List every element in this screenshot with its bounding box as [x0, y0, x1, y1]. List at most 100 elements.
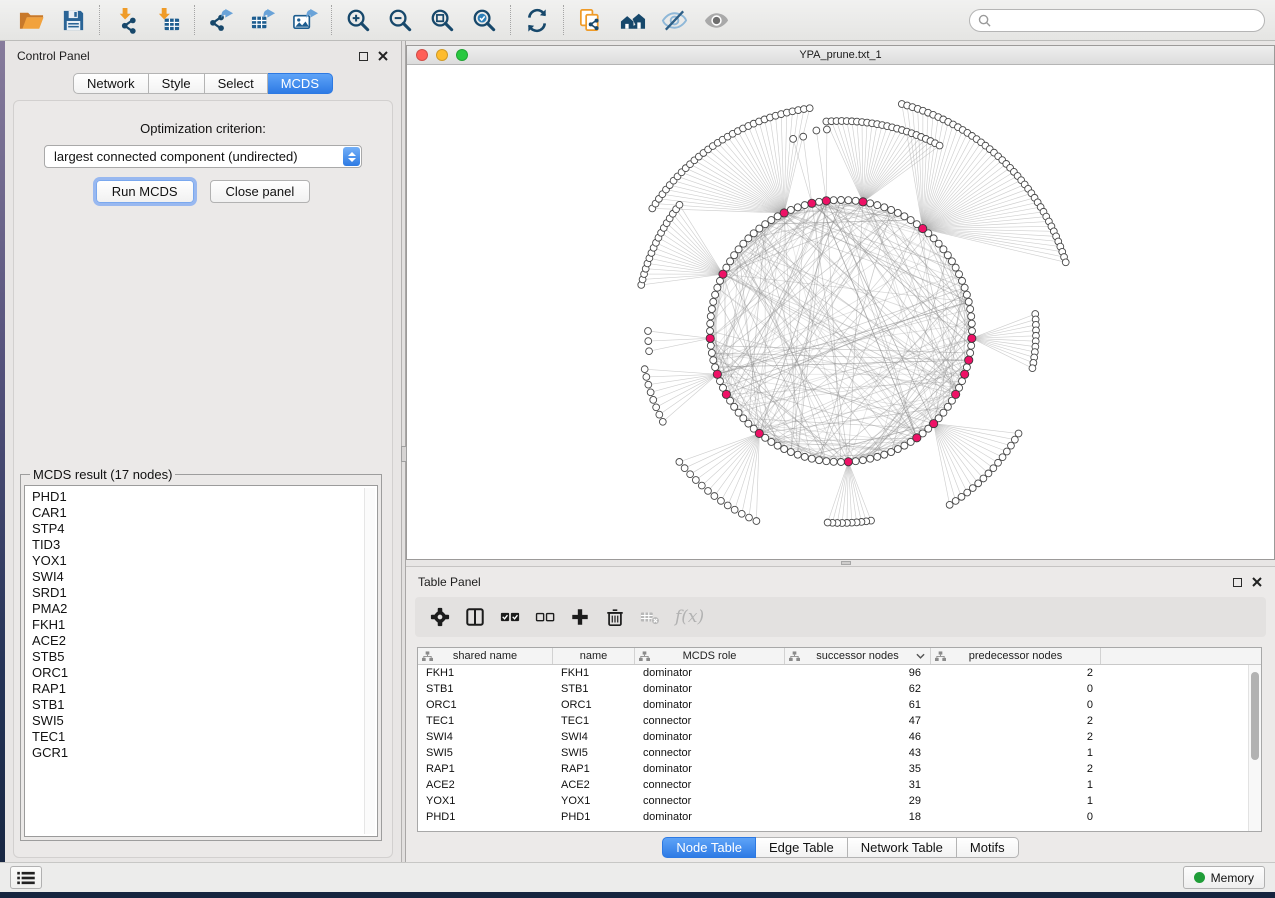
graph-node[interactable] [762, 221, 769, 228]
cell-successor[interactable]: 61 [785, 699, 931, 711]
graph-mcds-node[interactable] [913, 434, 921, 442]
graph-node[interactable] [963, 364, 970, 371]
graph-node[interactable] [712, 291, 719, 298]
cell-successor[interactable]: 43 [785, 747, 931, 759]
graph-node[interactable] [907, 217, 914, 224]
graph-node[interactable] [859, 457, 866, 464]
column-layout-button[interactable] [465, 607, 485, 627]
result-list-item[interactable]: STP4 [32, 521, 377, 537]
graph-node[interactable] [964, 489, 971, 496]
tab-network[interactable]: Network [73, 73, 149, 94]
cell-name[interactable]: YOX1 [553, 795, 635, 807]
result-list-item[interactable]: PHD1 [32, 489, 377, 505]
graph-mcds-node[interactable] [930, 420, 938, 428]
result-list-item[interactable]: YOX1 [32, 553, 377, 569]
graph-node[interactable] [708, 349, 715, 356]
graph-node[interactable] [1011, 436, 1018, 443]
graph-node[interactable] [852, 197, 859, 204]
zoom-fit-button[interactable] [421, 3, 463, 37]
zoom-out-button[interactable] [379, 3, 421, 37]
graph-node[interactable] [816, 198, 823, 205]
float-panel-icon[interactable] [359, 52, 368, 61]
graph-node[interactable] [867, 455, 874, 462]
graph-node[interactable] [746, 514, 753, 521]
graph-node[interactable] [738, 510, 745, 517]
graph-node[interactable] [830, 458, 837, 465]
graph-node[interactable] [888, 206, 895, 213]
cell-name[interactable]: RAP1 [553, 763, 635, 775]
cell-predecessor[interactable]: 2 [931, 667, 1101, 679]
column-header-successor-nodes[interactable]: successor nodes [785, 648, 931, 664]
close-panel-button[interactable]: Close panel [210, 180, 311, 203]
graph-node[interactable] [645, 338, 652, 345]
graph-node[interactable] [711, 493, 718, 500]
graph-node[interactable] [1015, 430, 1022, 437]
add-column-button[interactable] [570, 607, 590, 627]
graph-mcds-node[interactable] [780, 209, 788, 217]
run-mcds-button[interactable]: Run MCDS [96, 180, 194, 203]
result-list-item[interactable]: RAP1 [32, 681, 377, 697]
cell-predecessor[interactable]: 0 [931, 699, 1101, 711]
graph-node[interactable] [774, 442, 781, 449]
cell-shared_name[interactable]: ACE2 [418, 779, 553, 791]
cell-predecessor[interactable]: 1 [931, 779, 1101, 791]
graph-node[interactable] [1062, 259, 1069, 266]
export-image-button[interactable] [284, 3, 326, 37]
graph-node[interactable] [967, 306, 974, 313]
graph-node[interactable] [727, 258, 734, 265]
graph-node[interactable] [653, 404, 660, 411]
graph-node[interactable] [641, 366, 648, 373]
cell-successor[interactable]: 46 [785, 731, 931, 743]
column-header-shared-name[interactable]: shared name [418, 648, 553, 664]
cell-mcds_role[interactable]: connector [635, 779, 785, 791]
graph-node[interactable] [800, 133, 807, 140]
result-list-item[interactable]: ACE2 [32, 633, 377, 649]
graph-node[interactable] [781, 446, 788, 453]
graph-node[interactable] [650, 396, 657, 403]
result-list-scrollbar[interactable] [364, 488, 375, 834]
graph-node[interactable] [969, 328, 976, 335]
graph-mcds-node[interactable] [961, 370, 969, 378]
table-scrollbar-thumb[interactable] [1251, 672, 1259, 760]
graph-node[interactable] [753, 518, 760, 525]
close-panel-icon[interactable] [378, 51, 389, 62]
float-table-panel-icon[interactable] [1233, 578, 1242, 587]
graph-node[interactable] [936, 142, 943, 149]
cell-mcds_role[interactable]: connector [635, 795, 785, 807]
cell-name[interactable]: FKH1 [553, 667, 635, 679]
graph-node[interactable] [698, 482, 705, 489]
deselect-all-columns-button[interactable] [535, 607, 555, 627]
graph-node[interactable] [830, 197, 837, 204]
graph-node[interactable] [838, 197, 845, 204]
show-all-button[interactable] [695, 3, 737, 37]
graph-mcds-node[interactable] [952, 390, 960, 398]
graph-node[interactable] [963, 291, 970, 298]
tab-edge-table[interactable]: Edge Table [756, 837, 848, 858]
cell-shared_name[interactable]: FKH1 [418, 667, 553, 679]
network-canvas[interactable] [407, 65, 1274, 559]
zoom-in-button[interactable] [337, 3, 379, 37]
graph-node[interactable] [838, 459, 845, 466]
graph-node[interactable] [681, 465, 688, 472]
graph-node[interactable] [845, 197, 852, 204]
graph-node[interactable] [692, 477, 699, 484]
graph-node[interactable] [643, 374, 650, 381]
graph-node[interactable] [801, 202, 808, 209]
zoom-selected-button[interactable] [463, 3, 505, 37]
result-list-item[interactable]: CAR1 [32, 505, 377, 521]
graph-node[interactable] [824, 519, 831, 526]
graph-node[interactable] [881, 451, 888, 458]
table-row[interactable]: FKH1FKH1dominator962 [418, 665, 1261, 681]
result-list-item[interactable]: GCR1 [32, 745, 377, 761]
cell-name[interactable]: SWI4 [553, 731, 635, 743]
cell-name[interactable]: STB1 [553, 683, 635, 695]
table-row[interactable]: YOX1YOX1connector291 [418, 793, 1261, 809]
first-neighbors-button[interactable] [611, 3, 653, 37]
cell-shared_name[interactable]: SWI5 [418, 747, 553, 759]
cell-predecessor[interactable]: 0 [931, 683, 1101, 695]
graph-mcds-node[interactable] [965, 356, 973, 364]
optimization-criterion-select[interactable]: largest connected component (undirected) [44, 145, 362, 168]
cell-successor[interactable]: 96 [785, 667, 931, 679]
cell-successor[interactable]: 18 [785, 811, 931, 823]
graph-node[interactable] [816, 457, 823, 464]
